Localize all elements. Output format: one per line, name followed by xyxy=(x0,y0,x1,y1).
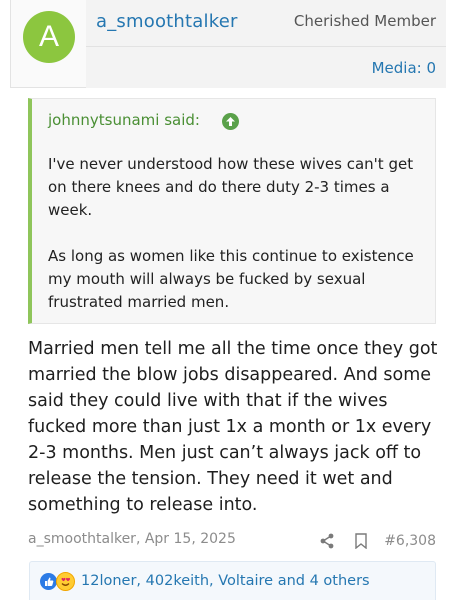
like-icon xyxy=(40,573,57,590)
reactions-bar[interactable]: 12loner, 402keith, Voltaire and 4 others xyxy=(29,561,436,600)
quote-paragraph: I've never understood how these wives ca… xyxy=(48,155,414,219)
avatar[interactable]: A xyxy=(23,11,75,63)
love-icon xyxy=(56,572,75,591)
avatar-container: A xyxy=(10,0,86,88)
user-title: Cherished Member xyxy=(293,12,436,30)
quote-paragraph: As long as women like this continue to e… xyxy=(48,247,414,311)
post-author-date[interactable]: a_smoothtalker, Apr 15, 2025 xyxy=(28,531,236,547)
header-divider xyxy=(86,46,446,47)
post-number-link[interactable]: #6,308 xyxy=(384,533,436,549)
username-link[interactable]: a_smoothtalker xyxy=(96,11,238,32)
message-body: Married men tell me all the time once th… xyxy=(28,339,438,515)
jump-to-quote-icon[interactable] xyxy=(222,113,239,130)
bookmark-icon[interactable] xyxy=(354,533,368,553)
user-header: A a_smoothtalker Cherished Member Media:… xyxy=(0,0,455,88)
reaction-users-link[interactable]: 12loner, 402keith, Voltaire and 4 others xyxy=(81,573,370,589)
quote-body: I've never understood how these wives ca… xyxy=(48,153,423,314)
quote-author[interactable]: johnnytsunami said: xyxy=(48,111,200,129)
quote-block: johnnytsunami said: I've never understoo… xyxy=(28,98,436,324)
share-icon[interactable] xyxy=(319,533,335,553)
media-count-link[interactable]: Media: 0 xyxy=(372,59,436,77)
